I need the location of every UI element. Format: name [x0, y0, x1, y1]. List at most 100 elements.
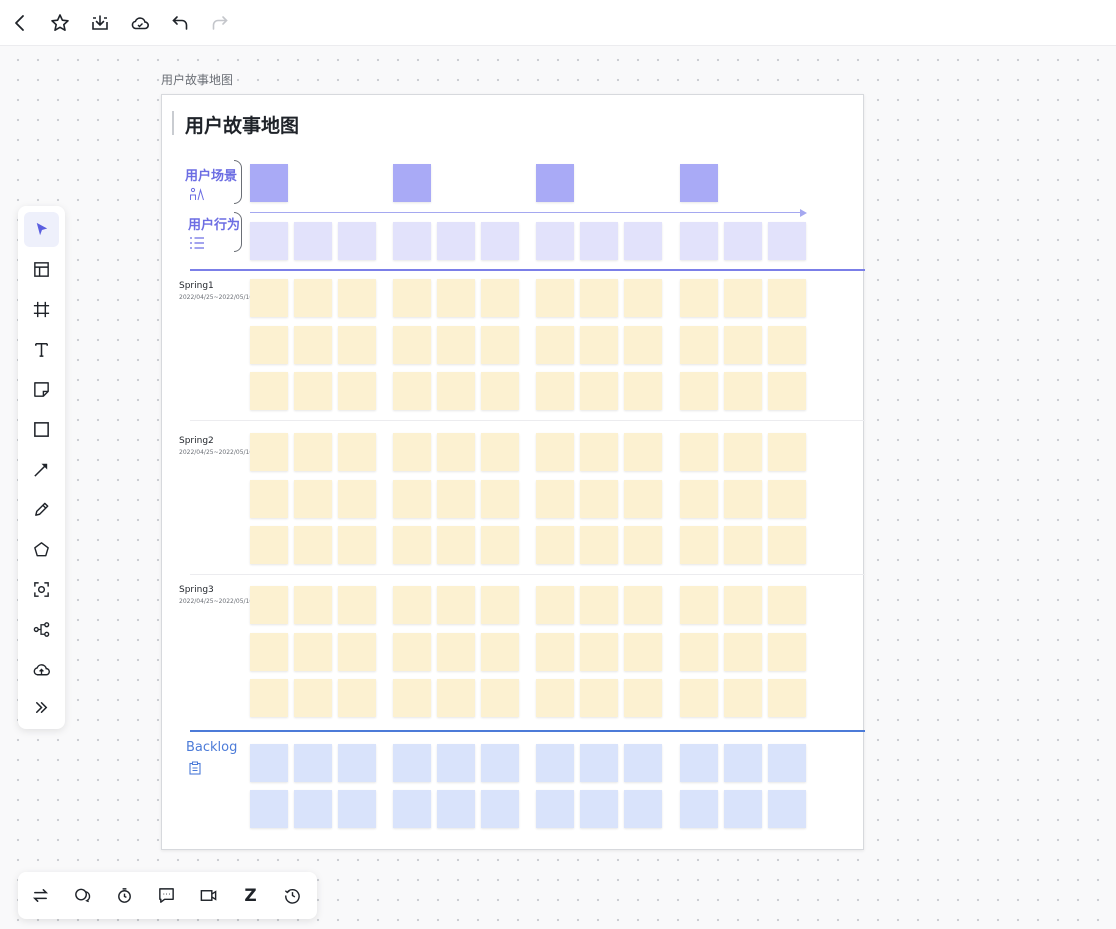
sticky-note-icon[interactable] — [24, 372, 59, 407]
story-card[interactable] — [680, 679, 718, 717]
backlog-card[interactable] — [338, 790, 376, 828]
backlog-card[interactable] — [680, 744, 718, 782]
story-card[interactable] — [294, 372, 332, 410]
story-card[interactable] — [338, 372, 376, 410]
sprint-1-name[interactable]: Spring1 — [179, 281, 214, 291]
download-icon[interactable] — [86, 9, 114, 37]
comment-icon[interactable] — [65, 878, 100, 913]
story-card[interactable] — [768, 326, 806, 364]
story-card[interactable] — [580, 372, 618, 410]
frame-icon[interactable] — [24, 292, 59, 327]
story-card[interactable] — [624, 679, 662, 717]
story-card[interactable] — [481, 372, 519, 410]
cloud-icon[interactable] — [126, 9, 154, 37]
story-card[interactable] — [624, 480, 662, 518]
story-card[interactable] — [338, 526, 376, 564]
behavior-card[interactable] — [680, 222, 718, 260]
backlog-card[interactable] — [294, 790, 332, 828]
story-card[interactable] — [624, 279, 662, 317]
story-card[interactable] — [294, 526, 332, 564]
story-card[interactable] — [437, 372, 475, 410]
story-card[interactable] — [724, 633, 762, 671]
backlog-card[interactable] — [437, 744, 475, 782]
story-card[interactable] — [724, 326, 762, 364]
story-card[interactable] — [250, 279, 288, 317]
shape-icon[interactable] — [24, 532, 59, 567]
story-card[interactable] — [768, 586, 806, 624]
story-card[interactable] — [393, 433, 431, 471]
behavior-card[interactable] — [294, 222, 332, 260]
story-card[interactable] — [393, 326, 431, 364]
story-card[interactable] — [250, 433, 288, 471]
story-card[interactable] — [680, 480, 718, 518]
story-card[interactable] — [393, 526, 431, 564]
more-icon[interactable] — [24, 690, 59, 725]
story-card[interactable] — [680, 372, 718, 410]
backlog-card[interactable] — [580, 790, 618, 828]
upload-icon[interactable] — [24, 652, 59, 687]
board-title[interactable]: 用户故事地图 — [185, 111, 299, 138]
story-card[interactable] — [768, 372, 806, 410]
mindmap-icon[interactable] — [24, 612, 59, 647]
story-card[interactable] — [250, 526, 288, 564]
story-card[interactable] — [250, 372, 288, 410]
sprint-2-name[interactable]: Spring2 — [179, 436, 214, 446]
story-card[interactable] — [724, 372, 762, 410]
sleep-icon[interactable]: Z — [233, 878, 268, 913]
story-card[interactable] — [338, 326, 376, 364]
behavior-card[interactable] — [724, 222, 762, 260]
story-card[interactable] — [437, 586, 475, 624]
story-card[interactable] — [768, 433, 806, 471]
story-card[interactable] — [724, 480, 762, 518]
story-card[interactable] — [250, 326, 288, 364]
timer-icon[interactable] — [107, 878, 142, 913]
story-card[interactable] — [768, 279, 806, 317]
story-card[interactable] — [536, 433, 574, 471]
story-card[interactable] — [536, 526, 574, 564]
story-card[interactable] — [294, 279, 332, 317]
backlog-card[interactable] — [481, 790, 519, 828]
story-card[interactable] — [338, 433, 376, 471]
story-card[interactable] — [768, 526, 806, 564]
scene-label[interactable]: 用户场景 — [185, 165, 237, 184]
template-icon[interactable] — [24, 252, 59, 287]
story-card[interactable] — [536, 586, 574, 624]
scene-card[interactable] — [393, 164, 431, 202]
behavior-label[interactable]: 用户行为 — [188, 214, 240, 233]
story-card[interactable] — [624, 633, 662, 671]
story-card[interactable] — [536, 326, 574, 364]
story-card[interactable] — [294, 679, 332, 717]
story-card[interactable] — [768, 679, 806, 717]
history-icon[interactable] — [275, 878, 310, 913]
story-card[interactable] — [580, 279, 618, 317]
story-card[interactable] — [338, 279, 376, 317]
behavior-card[interactable] — [624, 222, 662, 260]
story-card[interactable] — [481, 480, 519, 518]
story-card[interactable] — [536, 279, 574, 317]
story-card[interactable] — [680, 433, 718, 471]
story-card[interactable] — [393, 633, 431, 671]
chat-icon[interactable] — [149, 878, 184, 913]
story-card[interactable] — [624, 433, 662, 471]
story-card[interactable] — [481, 279, 519, 317]
backlog-card[interactable] — [294, 744, 332, 782]
story-card[interactable] — [294, 633, 332, 671]
story-card[interactable] — [250, 679, 288, 717]
story-card[interactable] — [481, 326, 519, 364]
backlog-card[interactable] — [437, 790, 475, 828]
story-card[interactable] — [536, 480, 574, 518]
story-card[interactable] — [437, 679, 475, 717]
scene-card[interactable] — [250, 164, 288, 202]
backlog-card[interactable] — [724, 744, 762, 782]
story-card[interactable] — [393, 586, 431, 624]
story-card[interactable] — [481, 679, 519, 717]
connector-icon[interactable] — [24, 452, 59, 487]
story-card[interactable] — [250, 480, 288, 518]
back-icon[interactable] — [6, 9, 34, 37]
backlog-card[interactable] — [250, 744, 288, 782]
story-card[interactable] — [624, 326, 662, 364]
behavior-card[interactable] — [437, 222, 475, 260]
scene-card[interactable] — [680, 164, 718, 202]
backlog-card[interactable] — [724, 790, 762, 828]
behavior-card[interactable] — [338, 222, 376, 260]
